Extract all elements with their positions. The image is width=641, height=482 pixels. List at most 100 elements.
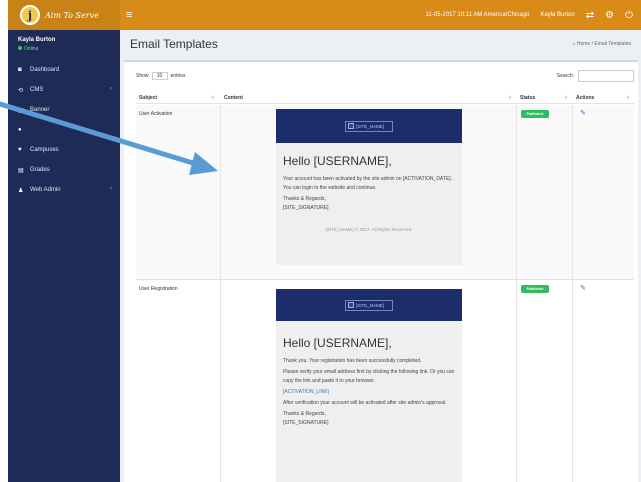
entries-length-control: Show 10 entries (136, 72, 186, 80)
site-logo-alt: [SITE_NAME] (356, 302, 385, 308)
edit-icon[interactable]: ✎ (580, 284, 586, 292)
column-divider (516, 105, 517, 279)
email-paragraph: After verification your account will be … (283, 400, 447, 406)
user-status-label: Online (24, 46, 39, 52)
share-icon[interactable]: ⇄ (586, 10, 594, 21)
site-logo-alt: [SITE_NAME] (356, 123, 385, 129)
sidebar-toggle-icon[interactable]: ≡ (126, 9, 132, 21)
power-icon[interactable]: ⏻ (625, 10, 633, 21)
breadcrumb-home[interactable]: Home (577, 41, 590, 47)
logo-icon: j (20, 5, 40, 25)
cell-subject: User Activation (139, 111, 173, 117)
chevron-left-icon: ‹ (110, 186, 112, 192)
column-divider (516, 280, 517, 482)
sidebar-item-label: CMS (30, 87, 44, 93)
sort-icon[interactable]: ⇅ (626, 95, 630, 101)
breadcrumb: ⌂ Home / Email Templates (572, 41, 631, 47)
logo-letter: j (28, 8, 32, 22)
email-preview: [SITE_NAME] Hello [USERNAME], Your accou… (276, 109, 462, 265)
email-paragraph: Thank you. Your registration has been su… (283, 358, 422, 364)
content-header: Email Templates ⌂ Home / Email Templates (120, 30, 641, 56)
sidebar-item-label: Banner (30, 107, 50, 113)
brand-logo[interactable]: j Aim To Serve (8, 0, 120, 30)
column-header-status[interactable]: Status (520, 95, 535, 101)
table-row: User Registration [SITE_NAME] Hello [USE… (136, 279, 634, 482)
email-greeting: Hello [USERNAME], (283, 336, 392, 350)
email-banner: [SITE_NAME] (276, 109, 462, 143)
search-input[interactable] (578, 70, 634, 82)
entries-label: entries (170, 73, 186, 79)
sidebar-user-name: Kayla Burton (18, 37, 56, 43)
datetime-value: 11-05-2017 10:11 AM (425, 12, 483, 18)
templates-box: Show 10 entries Search: Subject ⇅ Conten… (124, 60, 638, 482)
screenshot-frame: j Aim To Serve ≡ 11-05-2017 10:11 AM Ame… (0, 0, 641, 482)
email-signature: [SITE_SIGNATURE] (283, 420, 329, 426)
topbar-right: 11-05-2017 10:11 AM America/Chicago Kayl… (426, 0, 634, 30)
email-preview: [SITE_NAME] Hello [USERNAME], Thank you.… (276, 289, 462, 482)
image-icon: ▣ (18, 107, 24, 114)
dashboard-icon: ◙ (18, 67, 22, 73)
broken-image-icon (348, 302, 354, 308)
email-signoff: Thanks & Regards, (283, 411, 326, 417)
sort-icon[interactable]: ⇅ (564, 95, 568, 101)
chevron-left-icon: ‹ (110, 86, 112, 92)
grades-icon: ▤ (18, 167, 24, 174)
search-label: Search: (556, 73, 574, 79)
email-paragraph: Your account has been activated by the s… (283, 176, 453, 191)
user-panel: Kayla Burton Online (8, 30, 120, 60)
status-badge: Published (521, 110, 549, 118)
logo-text: Aim To Serve (45, 10, 99, 20)
top-navbar: j Aim To Serve ≡ 11-05-2017 10:11 AM Ame… (8, 0, 641, 30)
cell-subject: User Registration (139, 286, 178, 292)
email-signature: [SITE_SIGNATURE] (283, 205, 329, 211)
email-body: Hello [USERNAME], Thank you. Your regist… (276, 336, 462, 428)
search-control: Search: (557, 70, 634, 82)
sidebar-item-web-admin[interactable]: ♟ Web Admin ‹ (8, 180, 120, 200)
online-dot-icon (18, 46, 22, 50)
column-divider (572, 105, 573, 279)
column-header-content[interactable]: Content (224, 95, 243, 101)
column-divider (572, 280, 573, 482)
table-row: User Activation [SITE_NAME] Hello [USERN… (136, 105, 634, 279)
column-header-subject[interactable]: Subject (139, 95, 157, 101)
column-divider (220, 280, 221, 482)
email-signoff: Thanks & Regards, (283, 196, 326, 202)
sidebar-item-grades[interactable]: ▤ Grades (8, 160, 120, 180)
sort-icon[interactable]: ⇅ (508, 95, 512, 101)
sidebar-item-label: Dashboard (30, 67, 60, 73)
site-logo-image: [SITE_NAME] (345, 120, 393, 132)
broken-image-icon (348, 123, 354, 129)
column-header-actions[interactable]: Actions (576, 95, 594, 101)
site-logo-image: [SITE_NAME] (345, 299, 393, 311)
admin-app: j Aim To Serve ≡ 11-05-2017 10:11 AM Ame… (8, 0, 641, 482)
sidebar-item-campuses[interactable]: ♥ Campuses (8, 140, 120, 160)
sidebar-item-label: Campuses (30, 147, 59, 153)
email-paragraph: Please verify your email address first b… (283, 369, 455, 384)
sidebar-item-label: Web Admin (30, 187, 61, 193)
timezone-value: America/Chicago (483, 12, 530, 18)
user-menu[interactable]: Kayla Burton (540, 12, 574, 18)
settings-icon[interactable]: ⚙ (605, 10, 614, 21)
sidebar-item-hidden[interactable]: ● (8, 120, 120, 140)
table-header: Subject ⇅ Content ⇅ Status ⇅ Actions ⇅ (136, 92, 634, 104)
sidebar-item-dashboard[interactable]: ◙ Dashboard (8, 60, 120, 80)
user-icon: ♟ (18, 187, 24, 194)
map-pin-icon: ♥ (18, 147, 22, 153)
cms-icon: ⟲ (18, 87, 24, 94)
sidebar-item-banner[interactable]: ▣ Banner (8, 100, 120, 120)
sidebar-item-cms[interactable]: ⟲ CMS ‹ (8, 80, 120, 100)
sidebar-item-label: Grades (30, 167, 50, 173)
sidebar: Kayla Burton Online ◙ Dashboard ⟲ CMS ‹ … (8, 30, 120, 482)
breadcrumb-current: Email Templates (594, 41, 631, 47)
page-title: Email Templates (130, 37, 218, 51)
home-icon: ⌂ (572, 41, 576, 47)
edit-icon[interactable]: ✎ (580, 109, 586, 117)
status-badge: Published (521, 285, 549, 293)
sort-icon[interactable]: ⇅ (211, 95, 215, 101)
email-footer: [SITE_NAME] © 2017. All Rights Reserved. (325, 227, 413, 232)
email-body: Hello [USERNAME], Your account has been … (276, 154, 462, 232)
column-divider (220, 105, 221, 279)
email-banner: [SITE_NAME] (276, 289, 462, 321)
entries-select[interactable]: 10 (151, 72, 168, 80)
activation-link[interactable]: [ACTIVATION_LINK] (283, 388, 455, 397)
